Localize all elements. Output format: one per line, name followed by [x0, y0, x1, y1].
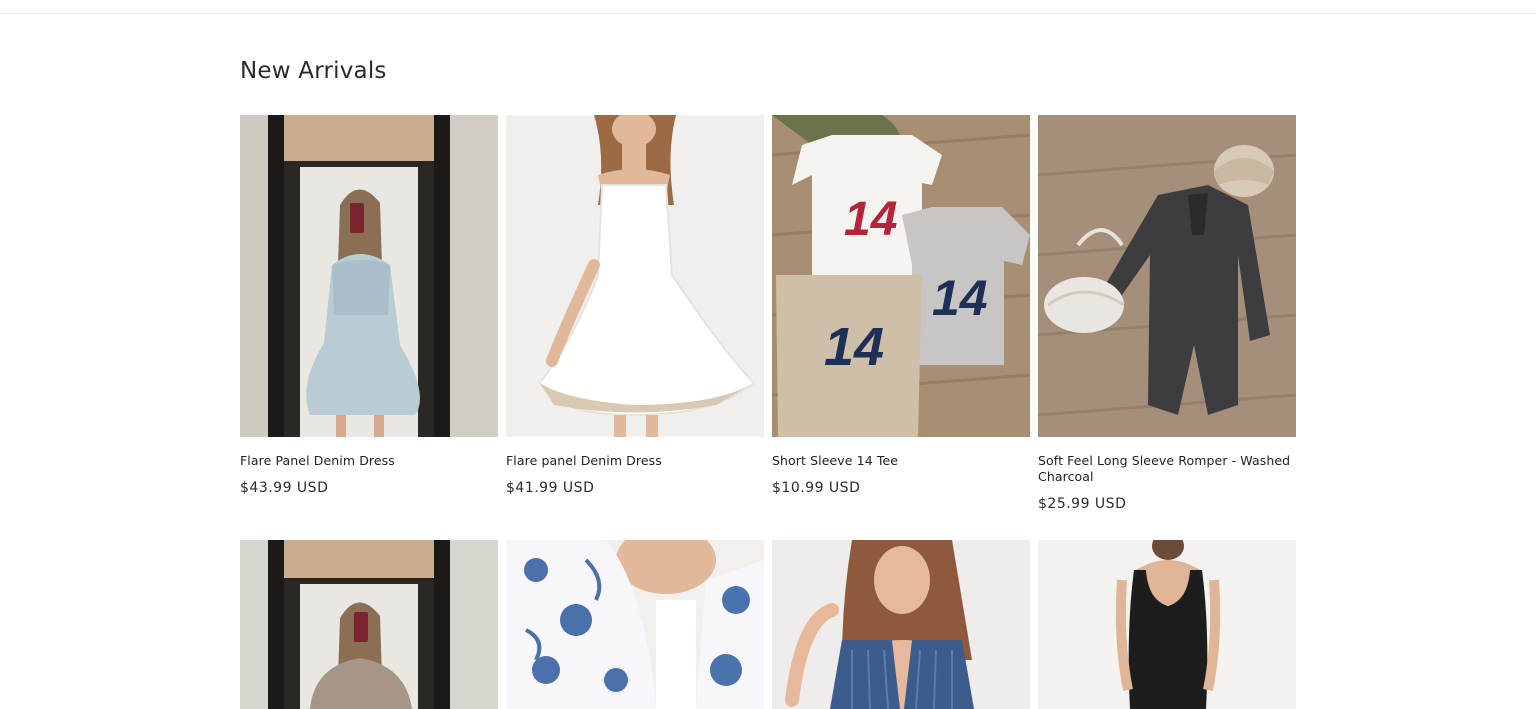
product-card[interactable]: [1038, 540, 1296, 709]
product-info: Short Sleeve 14 Tee $10.99 USD: [772, 437, 1030, 496]
product-info: Soft Feel Long Sleeve Romper - Washed Ch…: [1038, 437, 1296, 512]
denim-vest-image: [772, 540, 1030, 709]
mirror-selfie-image: [240, 115, 498, 437]
new-arrivals-section: New Arrivals Flare Panel Denim Dress $43…: [240, 0, 1296, 709]
product-card[interactable]: [506, 540, 764, 709]
svg-text:14: 14: [844, 193, 897, 246]
product-image[interactable]: [506, 540, 764, 709]
product-card-flare-panel-denim-dress[interactable]: Flare Panel Denim Dress $43.99 USD: [240, 115, 498, 540]
product-price: $25.99 USD: [1038, 496, 1127, 512]
romper-flatlay-image: [1038, 115, 1296, 437]
product-grid-row-2: [240, 540, 1296, 709]
product-card[interactable]: [240, 540, 498, 709]
product-title[interactable]: Flare Panel Denim Dress: [240, 453, 498, 469]
product-image[interactable]: [772, 540, 1030, 709]
white-dress-image: [506, 115, 764, 437]
section-title: New Arrivals: [240, 58, 387, 84]
product-grid: Flare Panel Denim Dress $43.99 USD Flare…: [240, 115, 1296, 540]
mirror-selfie-top-image: [240, 540, 498, 709]
product-image[interactable]: [1038, 540, 1296, 709]
product-image[interactable]: [240, 115, 498, 437]
tees-flatlay-image: 14 14 14: [772, 115, 1030, 437]
product-price: $43.99 USD: [240, 480, 329, 496]
product-title[interactable]: Short Sleeve 14 Tee: [772, 453, 1030, 469]
product-title[interactable]: Soft Feel Long Sleeve Romper - Washed Ch…: [1038, 453, 1296, 485]
product-card-flare-panel-denim-dress-white[interactable]: Flare panel Denim Dress $41.99 USD: [506, 115, 764, 540]
product-info: Flare Panel Denim Dress $43.99 USD: [240, 437, 498, 496]
product-card-short-sleeve-14-tee[interactable]: 14 14 14 Short Sleeve 14 Tee $10.99 USD: [772, 115, 1030, 540]
product-image[interactable]: [1038, 115, 1296, 437]
product-image[interactable]: 14 14 14: [772, 115, 1030, 437]
svg-text:14: 14: [824, 317, 884, 377]
product-card[interactable]: [772, 540, 1030, 709]
product-card-soft-feel-romper[interactable]: Soft Feel Long Sleeve Romper - Washed Ch…: [1038, 115, 1296, 540]
product-image[interactable]: [506, 115, 764, 437]
product-title[interactable]: Flare panel Denim Dress: [506, 453, 764, 469]
product-price: $10.99 USD: [772, 480, 861, 496]
svg-text:14: 14: [932, 270, 988, 326]
black-tank-dress-image: [1038, 540, 1296, 709]
floral-kimono-image: [506, 540, 764, 709]
product-image[interactable]: [240, 540, 498, 709]
product-info: Flare panel Denim Dress $41.99 USD: [506, 437, 764, 496]
product-price: $41.99 USD: [506, 480, 595, 496]
